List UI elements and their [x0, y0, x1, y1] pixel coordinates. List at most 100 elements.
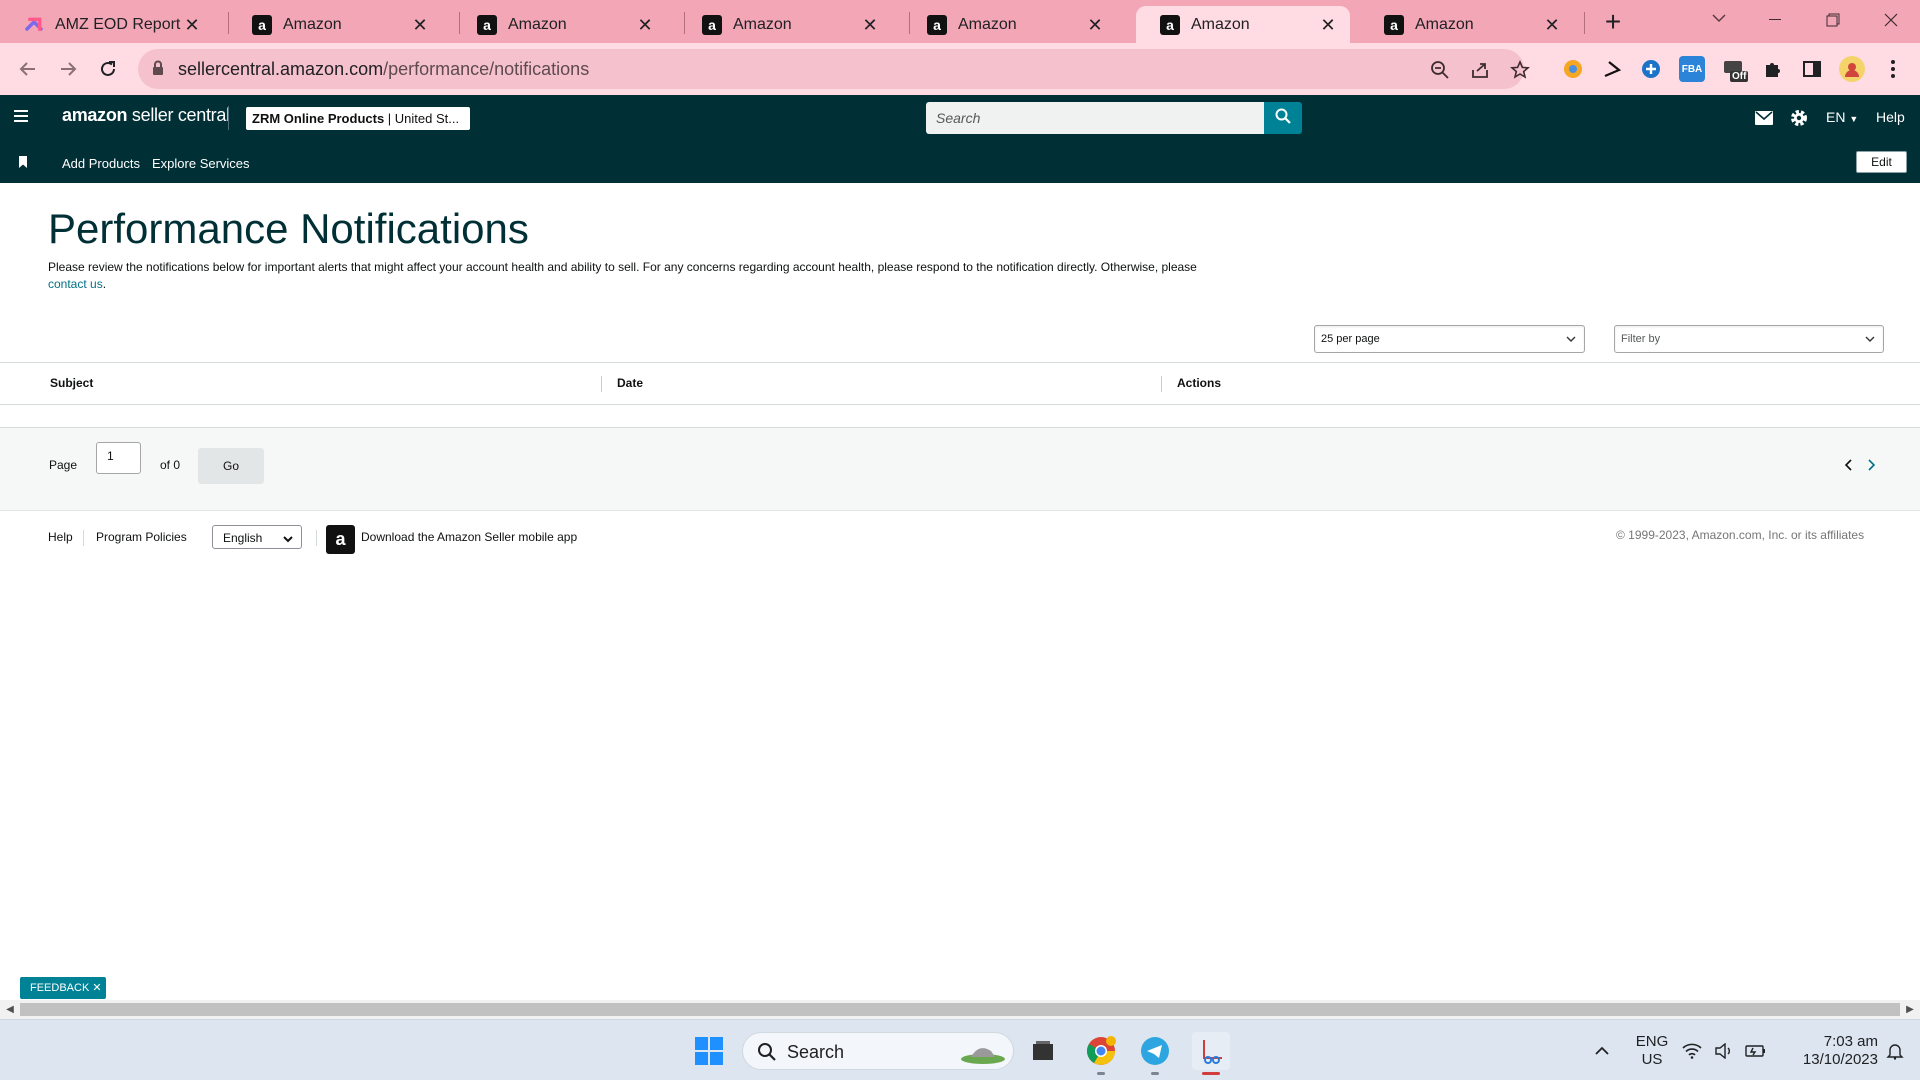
minimize-icon[interactable]	[1746, 0, 1804, 40]
amazon-icon: a	[1384, 14, 1404, 35]
browser-tab[interactable]: a Amazon ✕	[1360, 6, 1574, 43]
telegram-icon[interactable]	[1136, 1032, 1174, 1070]
reload-icon[interactable]	[92, 53, 124, 85]
zoom-icon[interactable]	[1428, 58, 1452, 82]
profile-avatar[interactable]	[1839, 56, 1865, 82]
footer-help-link[interactable]: Help	[48, 530, 73, 544]
hamburger-menu-icon[interactable]	[14, 109, 30, 123]
footer-app-download-link[interactable]: Download the Amazon Seller mobile app	[361, 530, 577, 544]
extension-arrow-icon[interactable]	[1599, 56, 1625, 82]
tab-title: Amazon	[958, 15, 1017, 33]
footer-language-select[interactable]: English	[212, 525, 302, 549]
taskbar-clock[interactable]: 7:03 am 13/10/2023	[1778, 1033, 1878, 1069]
chevron-up-icon[interactable]	[1584, 1032, 1620, 1070]
task-view-icon[interactable]	[1024, 1032, 1062, 1070]
column-header-actions: Actions	[1177, 376, 1222, 390]
amazon-icon: a	[702, 14, 722, 35]
filter-by-select[interactable]: Filter by	[1614, 325, 1884, 353]
chevron-down-icon	[1865, 334, 1875, 346]
footer-separator	[316, 530, 317, 546]
address-bar[interactable]: sellercentral.amazon.com/performance/not…	[138, 49, 1530, 89]
browser-tab[interactable]: a Amazon ✕	[228, 6, 442, 43]
chrome-icon[interactable]	[1082, 1032, 1120, 1070]
snipping-tool-icon[interactable]	[1192, 1032, 1230, 1070]
seller-central-logo[interactable]: amazon seller central	[62, 105, 230, 126]
forward-arrow-icon[interactable]	[52, 53, 84, 85]
pagination-bar: Page 1 of 0 Go	[0, 428, 1920, 511]
browser-tab[interactable]: a Amazon ✕	[903, 6, 1117, 43]
close-icon[interactable]: ✕	[860, 15, 880, 35]
browser-tab[interactable]: AMZ EOD Report ✕	[0, 6, 214, 43]
edit-nav-button[interactable]: Edit	[1856, 151, 1907, 173]
back-arrow-icon[interactable]	[12, 53, 44, 85]
url-path: /performance/notifications	[383, 59, 590, 79]
search-icon	[1275, 108, 1291, 129]
scrollbar-thumb[interactable]	[20, 1003, 1900, 1016]
tab-search-chevron-icon[interactable]	[1706, 6, 1732, 32]
browser-menu-icon[interactable]	[1880, 56, 1906, 82]
amazon-app-icon[interactable]: a	[326, 525, 355, 554]
close-icon[interactable]: ✕	[635, 15, 655, 35]
taskbar-search-box[interactable]: Search	[742, 1032, 1014, 1070]
search-button[interactable]	[1264, 102, 1302, 134]
nav-explore-services[interactable]: Explore Services	[152, 156, 250, 171]
feedback-button[interactable]: FEEDBACK ✕	[20, 977, 106, 999]
amazon-icon: a	[1160, 14, 1180, 35]
page-title: Performance Notifications	[48, 205, 529, 252]
app-running-indicator	[1151, 1072, 1159, 1075]
extension-helix-icon[interactable]	[1638, 56, 1664, 82]
tab-title: Amazon	[283, 15, 342, 33]
help-link[interactable]: Help	[1876, 109, 1905, 125]
column-header-date[interactable]: Date	[617, 376, 643, 390]
close-icon[interactable]: ✕	[1542, 15, 1562, 35]
notification-bell-icon[interactable]	[1880, 1032, 1910, 1070]
footer-program-policies-link[interactable]: Program Policies	[96, 530, 187, 544]
extension-orange-icon[interactable]	[1560, 56, 1586, 82]
restore-icon[interactable]	[1804, 0, 1862, 40]
column-separator	[601, 376, 602, 392]
nav-add-products[interactable]: Add Products	[62, 156, 140, 171]
browser-tab[interactable]: a Amazon ✕	[678, 6, 892, 43]
search-input[interactable]	[926, 102, 1264, 134]
page-number-input[interactable]: 1	[96, 442, 141, 474]
close-icon[interactable]: ✕	[1318, 15, 1338, 35]
windows-start-icon[interactable]	[690, 1032, 728, 1070]
bookmark-star-icon[interactable]	[1508, 58, 1532, 82]
mail-icon[interactable]	[1753, 107, 1775, 129]
browser-tab-active[interactable]: a Amazon ✕	[1136, 6, 1350, 43]
account-switcher[interactable]: ZRM Online Products | United St...	[246, 107, 470, 130]
input-language-indicator[interactable]: ENG US	[1630, 1033, 1674, 1069]
lock-icon[interactable]	[152, 60, 164, 81]
settings-gear-icon[interactable]	[1788, 107, 1810, 129]
side-panel-icon[interactable]	[1799, 56, 1825, 82]
column-header-subject[interactable]: Subject	[50, 376, 93, 390]
battery-icon[interactable]	[1742, 1032, 1770, 1070]
scroll-left-icon[interactable]: ◀	[4, 1004, 16, 1016]
window-close-icon[interactable]	[1862, 0, 1920, 40]
horizontal-scrollbar[interactable]: ◀ ▶	[0, 1000, 1920, 1019]
close-icon[interactable]: ✕	[410, 15, 430, 35]
chevron-left-icon[interactable]	[1842, 458, 1856, 472]
close-icon[interactable]: ✕	[182, 15, 202, 35]
wifi-icon[interactable]	[1678, 1032, 1706, 1070]
extensions-puzzle-icon[interactable]	[1760, 56, 1786, 82]
volume-icon[interactable]	[1710, 1032, 1738, 1070]
bookmark-icon[interactable]	[18, 155, 28, 168]
go-button[interactable]: Go	[198, 448, 264, 484]
scroll-right-icon[interactable]: ▶	[1904, 1004, 1916, 1016]
close-icon[interactable]: ✕	[1085, 15, 1105, 35]
per-page-select[interactable]: 25 per page	[1314, 325, 1585, 353]
language-selector[interactable]: EN ▼	[1826, 109, 1858, 125]
lang-line1: ENG	[1635, 1033, 1669, 1050]
contact-us-link[interactable]: contact us	[48, 277, 103, 291]
share-icon[interactable]	[1468, 58, 1492, 82]
browser-tab[interactable]: a Amazon ✕	[453, 6, 667, 43]
extension-off-icon[interactable]: Off	[1722, 57, 1749, 83]
clock-time: 7:03 am	[1823, 1033, 1878, 1050]
tab-title: AMZ EOD Report	[55, 15, 181, 33]
new-tab-button[interactable]: +	[1598, 8, 1628, 38]
footer-separator	[83, 530, 84, 546]
extension-fba-icon[interactable]: FBA	[1679, 56, 1705, 82]
chevron-right-icon[interactable]	[1864, 458, 1878, 472]
close-icon[interactable]: ✕	[92, 982, 101, 994]
